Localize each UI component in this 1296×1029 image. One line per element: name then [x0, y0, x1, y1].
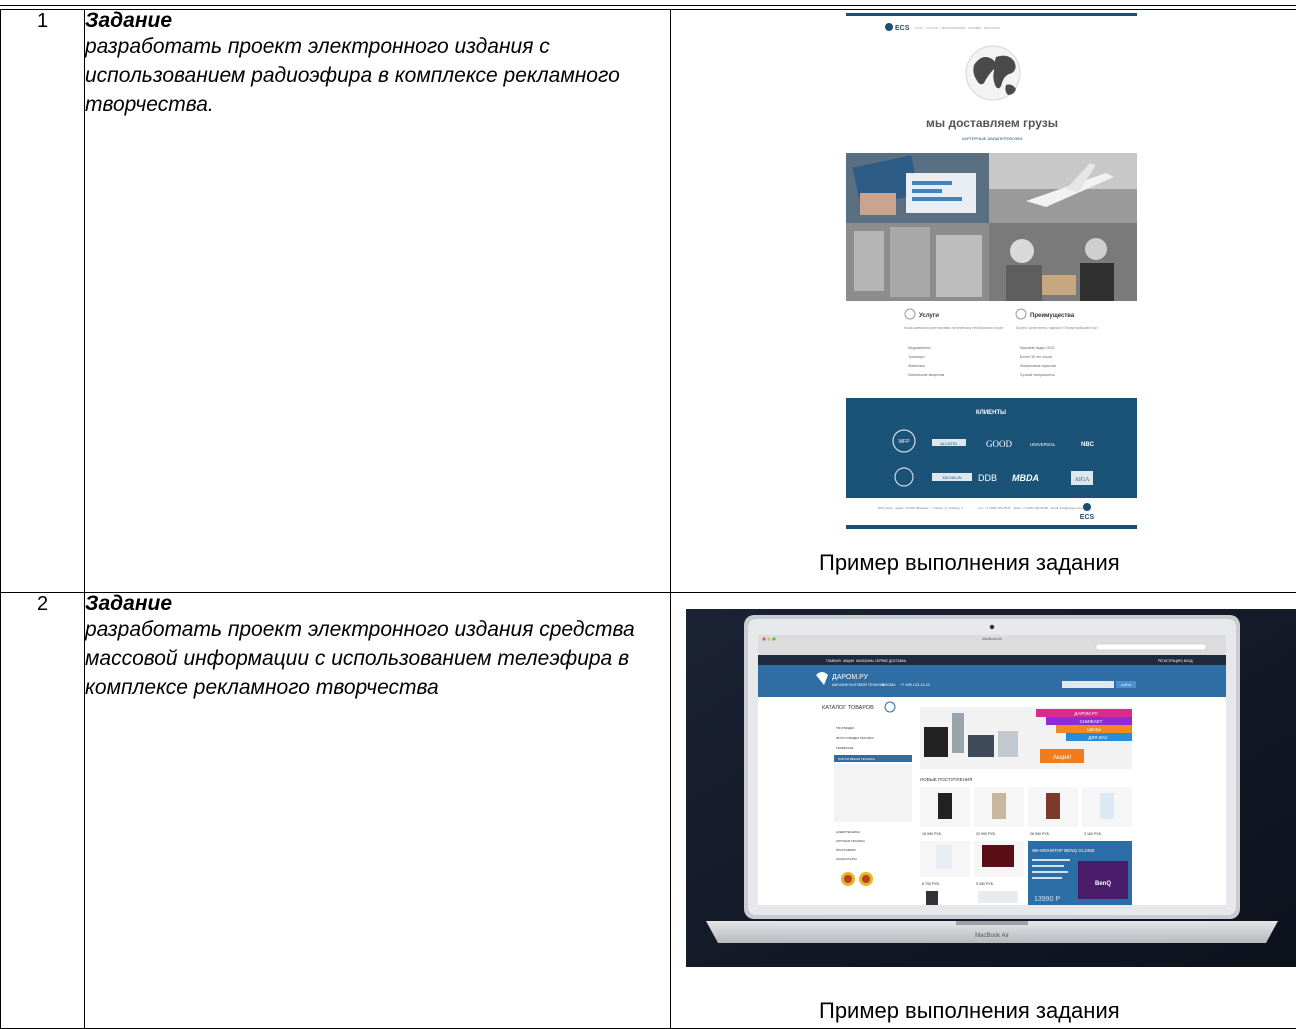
task-cell: Задание разработать проект электронного …: [85, 593, 671, 1029]
svg-text:ДАРОМ.РУ: ДАРОМ.РУ: [1074, 711, 1097, 716]
svg-text:MICHELIN: MICHELIN: [942, 475, 961, 480]
svg-text:КЛИЕНТЫ: КЛИЕНТЫ: [976, 410, 1006, 416]
svg-text:Акция!: Акция!: [1053, 755, 1072, 761]
svg-text:Финансовые гарантии: Финансовые гарантии: [1020, 364, 1056, 368]
task-cell: Задание разработать проект электронного …: [85, 10, 671, 593]
svg-text:13990 Р: 13990 Р: [1034, 896, 1060, 903]
svg-text:ТЕЛЕФОНЫ: ТЕЛЕФОНЫ: [836, 746, 854, 750]
svg-text:Химические вещества: Химические вещества: [908, 373, 944, 377]
task-text: разработать проект электронного издания …: [85, 615, 670, 702]
example-caption: Пример выполнения задания: [819, 550, 1120, 576]
page-top-rule: [0, 5, 1296, 6]
svg-text:3 160 РУБ.: 3 160 РУБ.: [1084, 832, 1102, 836]
svg-text:ДАРОМ.РУ: ДАРОМ.РУ: [832, 674, 869, 681]
example-website-ecs: ECS О НАС · УСЛУГИ · ОБОРУДОВАНИЕ · ОТЗЫ…: [846, 13, 1137, 529]
svg-text:ДОСТАВКА: ДОСТАВКА: [889, 659, 907, 663]
svg-text:Медикаменты: Медикаменты: [908, 346, 931, 350]
svg-text:ECS group · адрес: 75 008, Фра: ECS group · адрес: 75 008, Франция · г. …: [878, 506, 963, 510]
svg-text:АКСЕССУАРЫ: АКСЕССУАРЫ: [836, 857, 857, 861]
svg-text:НАЙТИ: НАЙТИ: [1121, 683, 1131, 687]
macbook-image: MacBook Air ГЛАВНАЯ АКЦИИ МАГАЗИНЫ СЕРВИ…: [686, 609, 1296, 967]
svg-text:МАГАЗИН БЫТОВОЙ ТЕХНИКИ: МАГАЗИН БЫТОВОЙ ТЕХНИКИ: [832, 683, 885, 687]
row-number: 1: [1, 10, 85, 593]
svg-text:тел.: +7 (495) 123-45-67 · фак: тел.: +7 (495) 123-45-67 · факс: +7 (495…: [978, 506, 1088, 510]
svg-text:АКЦИИ: АКЦИИ: [843, 659, 855, 663]
svg-text:28 990 РУБ.: 28 990 РУБ.: [1030, 832, 1050, 836]
svg-text:О НАС · УСЛУГИ · ОБОРУДОВАНИЕ: О НАС · УСЛУГИ · ОБОРУДОВАНИЕ · ОТЗЫВЫ ·…: [914, 26, 1000, 30]
svg-text:Более 30 лет опыта: Более 30 лет опыта: [1020, 355, 1052, 359]
svg-text:СЕРВИС: СЕРВИС: [875, 659, 889, 663]
svg-text:АУДИОТЕХНИКА: АУДИОТЕХНИКА: [836, 830, 860, 834]
svg-text:Мировой лидер GDO: Мировой лидер GDO: [1020, 346, 1055, 350]
svg-text:ЖК-МОНИТОР BENQ GL2460: ЖК-МОНИТОР BENQ GL2460: [1032, 848, 1095, 853]
svg-text:Услуги: Услуги: [919, 313, 939, 319]
svg-text:WFP: WFP: [898, 439, 910, 445]
svg-text:мы доставляем грузы: мы доставляем грузы: [926, 116, 1058, 130]
svg-text:9 350 РУБ.: 9 350 РУБ.: [976, 882, 994, 886]
svg-text:MacBook Air: MacBook Air: [982, 637, 1002, 641]
task-heading: Задание: [85, 10, 670, 32]
ecs-site-image: ECS О НАС · УСЛУГИ · ОБОРУДОВАНИЕ · ОТЗЫ…: [846, 13, 1137, 529]
svg-text:РЕГИСТРАЦИЯ | ВХОД: РЕГИСТРАЦИЯ | ВХОД: [1158, 659, 1193, 663]
svg-text:+7 495 123-12-12: +7 495 123-12-12: [900, 683, 930, 687]
svg-text:СНИЖАЕТ: СНИЖАЕТ: [1080, 719, 1103, 724]
svg-text:ECS: ECS: [895, 25, 910, 32]
task-heading: Задание: [85, 593, 670, 615]
svg-text:КРУПНАЯ ТЕХНИКА: КРУПНАЯ ТЕХНИКА: [836, 839, 865, 843]
svg-text:Транспорт: Транспорт: [908, 355, 925, 359]
task-text: разработать проект электронного издания …: [85, 32, 670, 119]
svg-text:КАТАЛОГ ТОВАРОВ: КАТАЛОГ ТОВАРОВ: [822, 705, 874, 711]
example-caption: Пример выполнения задания: [819, 998, 1120, 1024]
svg-text:ФОТО И ВИДЕО ТЕХНИКА: ФОТО И ВИДЕО ТЕХНИКА: [836, 736, 874, 740]
svg-text:МОСКВА: МОСКВА: [882, 683, 896, 687]
svg-text:ТВ И ВИДЕО: ТВ И ВИДЕО: [836, 726, 855, 730]
svg-text:20 990 РУБ.: 20 990 РУБ.: [976, 832, 996, 836]
svg-text:BenQ: BenQ: [1095, 881, 1111, 887]
svg-text:ЧАРТЕРНЫЕ АВИАПЕРЕВОЗКИ: ЧАРТЕРНЫЕ АВИАПЕРЕВОЗКИ: [962, 136, 1023, 141]
example-cell: MacBook Air ГЛАВНАЯ АКЦИИ МАГАЗИНЫ СЕРВИ…: [671, 593, 1296, 1029]
svg-text:UNIVERSAL: UNIVERSAL: [1030, 442, 1056, 447]
svg-text:MBDA: MBDA: [1012, 473, 1039, 483]
svg-text:DDB: DDB: [978, 473, 997, 483]
example-cell: ECS О НАС · УСЛУГИ · ОБОРУДОВАНИЕ · ОТЗЫ…: [671, 10, 1296, 593]
assignments-table: 1 Задание разработать проект электронног…: [0, 9, 1296, 1029]
table-row: 2 Задание разработать проект электронног…: [1, 593, 1296, 1029]
svg-text:ALCATEL: ALCATEL: [940, 441, 958, 446]
svg-text:8 790 РУБ.: 8 790 РУБ.: [922, 882, 940, 886]
svg-text:ДЛЯ ВАС: ДЛЯ ВАС: [1088, 735, 1108, 740]
svg-text:AIGA: AIGA: [1075, 477, 1091, 483]
svg-text:Преимущества: Преимущества: [1030, 313, 1075, 319]
svg-text:GOOD: GOOD: [986, 439, 1012, 449]
svg-text:ЦЕНЫ: ЦЕНЫ: [1087, 727, 1101, 732]
svg-text:Быстро, качественно, надежно!: Быстро, качественно, надежно! Почему выб…: [1016, 326, 1099, 330]
svg-text:MacBook Air: MacBook Air: [975, 933, 1009, 939]
svg-text:Лучшие специалисты: Лучшие специалисты: [1020, 373, 1055, 377]
example-macbook-screenshot: MacBook Air ГЛАВНАЯ АКЦИИ МАГАЗИНЫ СЕРВИ…: [686, 609, 1296, 967]
svg-text:ПРОГРАММЫ: ПРОГРАММЫ: [836, 848, 856, 852]
svg-text:НОВЫЕ ПОСТУПЛЕНИЯ: НОВЫЕ ПОСТУПЛЕНИЯ: [920, 777, 972, 782]
row-number: 2: [1, 593, 85, 1029]
svg-text:МАГАЗИНЫ: МАГАЗИНЫ: [856, 659, 874, 663]
svg-text:ПОРТАТИВНАЯ ТЕХНИКА: ПОРТАТИВНАЯ ТЕХНИКА: [838, 757, 875, 761]
svg-text:Наша компания ориентирована на: Наша компания ориентирована на перевозку…: [904, 326, 1003, 330]
table-row: 1 Задание разработать проект электронног…: [1, 10, 1296, 593]
svg-text:NBC: NBC: [1081, 442, 1095, 448]
svg-text:ECS: ECS: [1080, 514, 1095, 521]
svg-text:ГЛАВНАЯ: ГЛАВНАЯ: [826, 659, 841, 663]
svg-text:Животные: Животные: [908, 364, 925, 368]
svg-text:15 990 РУБ.: 15 990 РУБ.: [922, 832, 942, 836]
